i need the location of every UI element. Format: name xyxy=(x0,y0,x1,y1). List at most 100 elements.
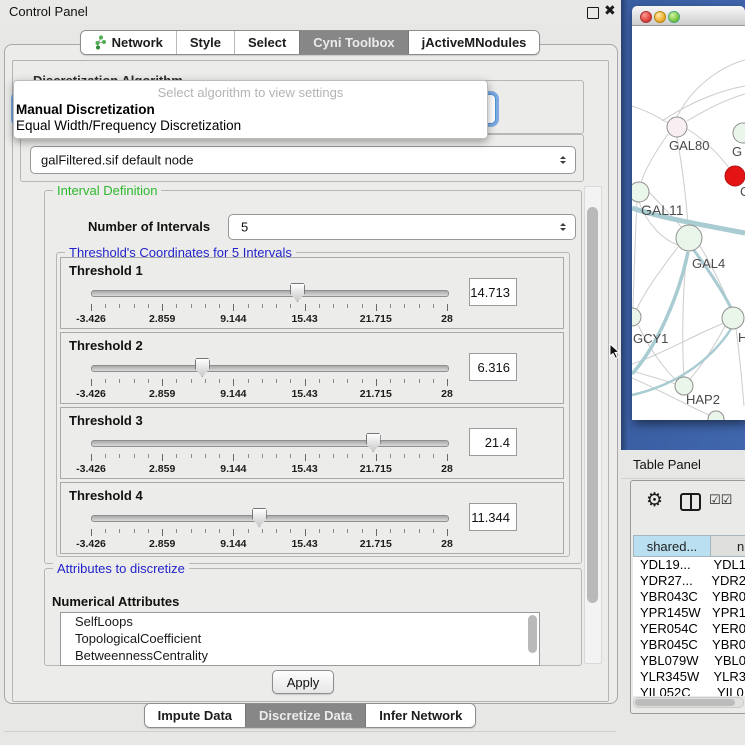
threshold-value-field[interactable]: 14.713 xyxy=(469,278,517,306)
tab-infer-network[interactable]: Infer Network xyxy=(365,704,475,727)
tab-network[interactable]: Network xyxy=(81,31,176,54)
cell-shared-name: YDR27... xyxy=(633,573,705,589)
attributes-list[interactable]: SelfLoopsTopologicalCoefficientBetweenne… xyxy=(60,612,540,666)
threshold-value-field[interactable]: 21.4 xyxy=(469,428,517,456)
slider-tick xyxy=(176,304,177,308)
tab-cyni-toolbox[interactable]: Cyni Toolbox xyxy=(299,31,407,54)
threshold-value-field[interactable]: 6.316 xyxy=(469,353,517,381)
node-partial-bottom[interactable] xyxy=(708,411,724,420)
threshold-slider-thumb[interactable] xyxy=(366,433,381,452)
table-row[interactable]: YBL079WYBL0 xyxy=(633,653,745,669)
table-row[interactable]: YPR145WYPR1 xyxy=(633,605,745,621)
attribute-item-betweennesscentrality[interactable]: BetweennessCentrality xyxy=(61,647,539,664)
gear-icon[interactable]: ⚙ xyxy=(646,489,663,512)
table-row[interactable]: YDL19...YDL1 xyxy=(633,557,745,573)
network-window-titlebar[interactable] xyxy=(632,6,745,26)
slider-tick xyxy=(134,379,135,383)
slider-tick xyxy=(162,304,163,311)
slider-tick xyxy=(447,454,448,461)
table-hscrollbar[interactable] xyxy=(633,697,744,708)
table-data-combo[interactable]: galFiltered.sif default node xyxy=(30,146,576,174)
tab-style[interactable]: Style xyxy=(176,31,234,54)
screen: Control Panel ✖ NetworkStyleSelectCyni T… xyxy=(0,0,745,745)
threshold-slider-thumb[interactable] xyxy=(290,283,305,302)
slider-tick-label: 9.144 xyxy=(220,538,246,550)
slider-tick xyxy=(262,379,263,383)
node-gcy1[interactable] xyxy=(632,308,641,326)
slider-tick-label: 28 xyxy=(441,538,453,550)
table-rows[interactable]: YDL19...YDL1YDR27...YDR2YBR043CYBR0YPR14… xyxy=(633,557,745,696)
slider-tick xyxy=(319,379,320,383)
zoom-traffic-light-icon[interactable] xyxy=(668,11,680,23)
slider-tick xyxy=(105,529,106,533)
slider-tick xyxy=(105,304,106,308)
label-gcy1: GCY1 xyxy=(633,331,668,346)
slider-tick xyxy=(305,379,306,386)
table-row[interactable]: YLR345WYLR3 xyxy=(633,669,745,685)
tab-label: Infer Network xyxy=(379,708,462,723)
split-columns-icon[interactable] xyxy=(680,493,701,511)
tab-discretize-data[interactable]: Discretize Data xyxy=(245,704,365,727)
node-red-selected[interactable] xyxy=(725,166,745,186)
label-gal80: GAL80 xyxy=(669,138,709,153)
table-row[interactable]: YER054CYER0 xyxy=(633,621,745,637)
threshold-slider-track[interactable] xyxy=(91,365,449,372)
slider-tick xyxy=(119,304,120,308)
threshold-value-field[interactable]: 11.344 xyxy=(469,503,517,531)
tab-impute-data[interactable]: Impute Data xyxy=(145,704,245,727)
threshold-slider-track[interactable] xyxy=(91,515,449,522)
slider-tick xyxy=(191,454,192,458)
slider-tick xyxy=(233,454,234,461)
minimize-traffic-light-icon[interactable] xyxy=(654,11,666,23)
table-row[interactable]: YBR045CYBR0 xyxy=(633,637,745,653)
slider-tick xyxy=(162,379,163,386)
checkbox-icons[interactable]: ☑☑ xyxy=(709,492,732,508)
slider-tick xyxy=(433,529,434,533)
slider-tick xyxy=(290,454,291,458)
attribute-item-topologicalcoefficient[interactable]: TopologicalCoefficient xyxy=(61,630,539,647)
table-row[interactable]: YIL052CYIL0 xyxy=(633,685,745,696)
close-traffic-light-icon[interactable] xyxy=(640,11,652,23)
slider-tick xyxy=(262,304,263,308)
slider-tick xyxy=(333,529,334,533)
slider-tick xyxy=(262,454,263,458)
table-row[interactable]: YDR27...YDR2 xyxy=(633,573,745,589)
slider-tick xyxy=(191,529,192,533)
float-window-icon[interactable] xyxy=(587,7,599,19)
table-hscrollbar-thumb[interactable] xyxy=(635,699,735,706)
node-gal4[interactable] xyxy=(676,225,702,251)
close-icon[interactable]: ✖ xyxy=(604,2,616,19)
numerical-attributes-heading: Numerical Attributes xyxy=(52,594,179,609)
slider-tick xyxy=(290,304,291,308)
node-partial-top-right[interactable] xyxy=(733,123,745,143)
node-gal11[interactable] xyxy=(632,182,649,202)
network-nodes[interactable] xyxy=(632,117,745,420)
threshold-slider-track[interactable] xyxy=(91,440,449,447)
popup-option-equal-width[interactable]: Equal Width/Frequency Discretization xyxy=(16,118,241,133)
node-gal80[interactable] xyxy=(667,117,687,137)
tab-jactivemnodules[interactable]: jActiveMNodules xyxy=(408,31,540,54)
network-canvas[interactable]: GAL80 G C GAL11 GAL4 GCY1 H HAP2 xyxy=(632,26,745,420)
attributes-scrollbar-thumb[interactable] xyxy=(528,615,537,653)
intervals-combo[interactable]: 5 xyxy=(228,214,576,240)
attribute-item-selfloops[interactable]: SelfLoops xyxy=(61,613,539,630)
threshold-slider-thumb[interactable] xyxy=(252,508,267,527)
node-h[interactable] xyxy=(722,307,744,329)
popup-placeholder: Select algorithm to view settings xyxy=(14,85,487,100)
slider-tick xyxy=(91,454,92,461)
threshold-slider-track[interactable] xyxy=(91,290,449,297)
cell-name: YBL0 xyxy=(708,653,745,669)
table-row[interactable]: YBR043CYBR0 xyxy=(633,589,745,605)
apply-button[interactable]: Apply xyxy=(272,670,334,694)
column-header-shared-name[interactable]: shared... xyxy=(633,535,711,557)
panel-scrollbar[interactable] xyxy=(584,186,602,664)
slider-tick xyxy=(162,454,163,461)
popup-option-manual[interactable]: Manual Discretization xyxy=(16,102,155,117)
slider-tick xyxy=(333,379,334,383)
slider-tick xyxy=(248,304,249,308)
tab-select[interactable]: Select xyxy=(234,31,299,54)
cell-name: YIL0 xyxy=(711,685,744,696)
panel-scrollbar-thumb[interactable] xyxy=(587,207,598,603)
threshold-slider-thumb[interactable] xyxy=(195,358,210,377)
column-header-name[interactable]: n... xyxy=(711,535,745,557)
